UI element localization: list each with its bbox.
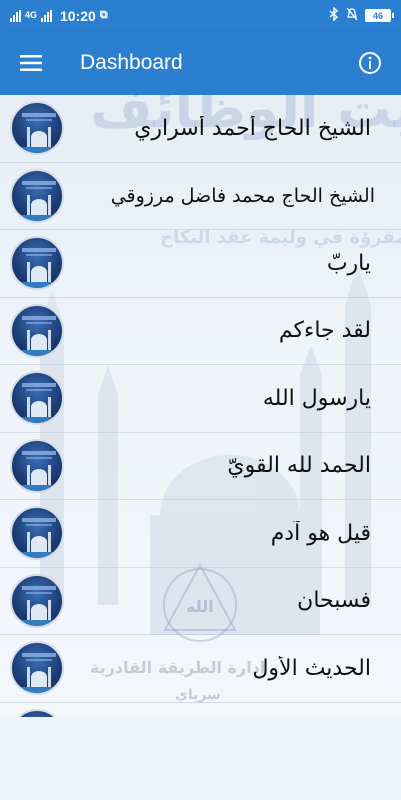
list-item[interactable] — [0, 702, 401, 717]
mosque-thumbnail-icon — [12, 711, 64, 717]
list-item-label: لقد جاءكم — [278, 318, 371, 344]
list-item[interactable]: لقد جاءكم — [0, 297, 401, 365]
app-bar: Dashboard — [0, 31, 401, 95]
item-thumbnail — [10, 168, 64, 223]
mosque-thumbnail-icon — [18, 315, 60, 356]
item-thumbnail — [10, 236, 64, 291]
item-thumbnail — [10, 708, 64, 717]
mosque-thumbnail-icon — [18, 653, 60, 694]
bluetooth-icon — [329, 6, 339, 24]
network-type: 4G — [25, 10, 38, 20]
list-item-label: يارسول الله — [262, 385, 371, 411]
content-area: بيت الوظائف والمقرؤة في وليمة عقد النكاح… — [0, 95, 401, 717]
list-item[interactable]: الحمد لله القويّ — [0, 432, 401, 500]
clock: 10:20 — [60, 7, 96, 24]
mosque-thumbnail-icon — [18, 113, 60, 154]
list-item-label: فسبحان — [297, 588, 371, 614]
list-item-label: الشيخ الحاج أحمد أسراري — [134, 115, 371, 141]
list-item[interactable]: الشيخ الحاج أحمد أسراري — [0, 95, 401, 163]
mute-icon — [346, 7, 358, 24]
list-item-label: قيل هو آدم — [270, 520, 371, 546]
item-thumbnail — [10, 506, 64, 561]
item-list: الشيخ الحاج أحمد أسراري الشيخ الحاج محمد … — [0, 95, 401, 717]
item-thumbnail — [10, 573, 64, 628]
list-item[interactable]: قيل هو آدم — [0, 500, 401, 568]
item-thumbnail — [10, 303, 64, 358]
list-item-label: ياربّ — [326, 250, 371, 276]
status-bar: 4G 10:20 ⧉ 46 — [0, 0, 401, 31]
mosque-thumbnail-icon — [18, 585, 60, 626]
page-title: Dashboard — [80, 51, 183, 74]
mosque-thumbnail-icon — [18, 450, 60, 491]
battery-icon: 46 — [365, 9, 394, 22]
item-thumbnail — [10, 438, 64, 493]
mosque-thumbnail-icon — [18, 383, 60, 424]
hamburger-menu-icon[interactable] — [0, 31, 62, 95]
list-item-label: الحديث الأول — [252, 655, 371, 681]
list-item[interactable]: ياربّ — [0, 230, 401, 298]
mosque-thumbnail-icon — [18, 248, 60, 289]
list-item[interactable]: يارسول الله — [0, 365, 401, 433]
list-item[interactable]: الحديث الأول — [0, 635, 401, 703]
mosque-thumbnail-icon — [18, 180, 60, 221]
wifi-signal-icon — [41, 9, 53, 22]
list-item-label: الحمد لله القويّ — [227, 453, 371, 479]
list-item[interactable]: الشيخ الحاج محمد فاضل مرزوقي — [0, 162, 401, 230]
signal-icon — [10, 9, 21, 22]
info-icon[interactable] — [339, 31, 401, 95]
screenshot-icon: ⧉ — [99, 9, 108, 21]
item-thumbnail — [10, 371, 64, 426]
list-item[interactable]: فسبحان — [0, 567, 401, 635]
item-thumbnail — [10, 101, 64, 156]
mosque-thumbnail-icon — [18, 518, 60, 559]
list-item-label: الشيخ الحاج محمد فاضل مرزوقي — [110, 184, 375, 207]
item-thumbnail — [10, 641, 64, 696]
